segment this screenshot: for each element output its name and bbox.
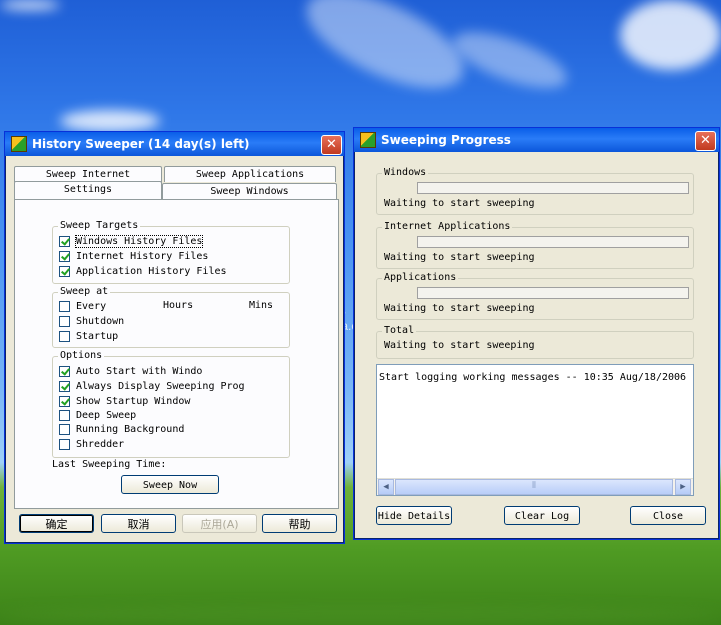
scroll-right-icon[interactable]: ▶ xyxy=(675,479,691,495)
option-auto-start-label: Auto Start with Windo xyxy=(76,366,203,377)
ok-button[interactable]: 确定 xyxy=(19,514,94,533)
target-windows-checkbox[interactable] xyxy=(59,236,70,247)
tab-sweep-applications[interactable]: Sweep Applications xyxy=(164,166,336,182)
internet-applications-legend: Internet Applications xyxy=(382,221,513,232)
sweep-mins-label: Mins xyxy=(249,300,274,311)
sweep-targets-group: Sweep Targets Windows History Files Inte… xyxy=(52,220,290,284)
log-text: Start logging working messages -- 10:35 … xyxy=(379,372,687,383)
sweep-targets-legend: Sweep Targets xyxy=(58,220,141,231)
sweep-every-row[interactable]: Every xyxy=(59,300,106,313)
progress-close-icon[interactable]: ✕ xyxy=(695,131,716,151)
clear-log-button[interactable]: Clear Log xyxy=(504,506,580,525)
last-sweeping-time-label: Last Sweeping Time: xyxy=(52,459,167,470)
windows-status: Waiting to start sweeping xyxy=(384,198,535,209)
sweep-now-button[interactable]: Sweep Now xyxy=(121,475,219,494)
windows-progress-bar xyxy=(417,182,689,194)
options-legend: Options xyxy=(58,350,105,361)
target-internet-label: Internet History Files xyxy=(76,251,209,262)
applications-progress-bar xyxy=(417,287,689,299)
tab-sweep-internet[interactable]: Sweep Internet xyxy=(14,166,162,182)
option-show-startup-checkbox[interactable] xyxy=(59,396,70,407)
sweep-startup-checkbox[interactable] xyxy=(59,331,70,342)
sweep-every-checkbox[interactable] xyxy=(59,301,70,312)
option-deep-sweep-checkbox[interactable] xyxy=(59,410,70,421)
sweeping-progress-titlebar[interactable]: Sweeping Progress xyxy=(354,128,719,152)
total-legend: Total xyxy=(382,325,417,336)
sweep-at-group: Sweep at Every Hours Mins Shutdown Start… xyxy=(52,286,290,348)
progress-app-icon xyxy=(360,132,376,148)
sweep-startup-label: Startup xyxy=(76,331,119,342)
option-shredder[interactable]: Shredder xyxy=(59,438,124,451)
target-application-label: Application History Files xyxy=(76,266,227,277)
sweep-every-label: Every xyxy=(76,301,107,312)
target-internet-checkbox[interactable] xyxy=(59,251,70,262)
history-sweeper-title: History Sweeper (14 day(s) left) xyxy=(32,137,250,151)
option-auto-start-checkbox[interactable] xyxy=(59,366,70,377)
internet-progress-bar xyxy=(417,236,689,248)
cancel-button[interactable]: 取消 xyxy=(101,514,176,533)
settings-panel: Sweep Targets Windows History Files Inte… xyxy=(14,199,339,509)
apply-button[interactable]: 应用(A) xyxy=(182,514,257,533)
applications-legend: Applications xyxy=(382,272,459,283)
options-group: Options Auto Start with Windo Always Dis… xyxy=(52,350,290,458)
option-deep-sweep[interactable]: Deep Sweep xyxy=(59,409,136,422)
sweep-shutdown-row[interactable]: Shutdown xyxy=(59,315,124,328)
log-horizontal-scrollbar[interactable]: ◀ ⦀ ▶ xyxy=(377,478,693,495)
option-running-background[interactable]: Running Background xyxy=(59,423,184,436)
target-application-history[interactable]: Application History Files xyxy=(59,265,227,278)
target-windows-history[interactable]: Windows History Files xyxy=(59,235,204,248)
option-always-display-label: Always Display Sweeping Prog xyxy=(76,381,245,392)
help-button[interactable]: 帮助 xyxy=(262,514,337,533)
windows-group: Windows Waiting to start sweeping xyxy=(376,167,694,215)
close-button[interactable]: Close xyxy=(630,506,706,525)
tab-sweep-windows[interactable]: Sweep Windows xyxy=(162,183,337,199)
scroll-left-icon[interactable]: ◀ xyxy=(378,479,394,495)
sweep-shutdown-checkbox[interactable] xyxy=(59,316,70,327)
sweeping-progress-window: Sweeping Progress ✕ Windows Waiting to s… xyxy=(353,127,720,540)
option-shredder-label: Shredder xyxy=(76,439,125,450)
tab-settings[interactable]: Settings xyxy=(14,181,162,199)
internet-applications-group: Internet Applications Waiting to start s… xyxy=(376,221,694,269)
option-show-startup[interactable]: Show Startup Window xyxy=(59,395,190,408)
option-running-background-label: Running Background xyxy=(76,424,185,435)
option-auto-start[interactable]: Auto Start with Windo xyxy=(59,365,202,378)
target-windows-label: Windows History Files xyxy=(74,235,204,248)
option-always-display-checkbox[interactable] xyxy=(59,381,70,392)
windows-legend: Windows xyxy=(382,167,429,178)
sweep-hours-label: Hours xyxy=(163,300,194,311)
option-always-display[interactable]: Always Display Sweeping Prog xyxy=(59,380,245,393)
applications-group: Applications Waiting to start sweeping xyxy=(376,272,694,320)
total-group: Total Waiting to start sweeping xyxy=(376,325,694,359)
option-show-startup-label: Show Startup Window xyxy=(76,396,191,407)
sweep-at-legend: Sweep at xyxy=(58,286,111,297)
target-internet-history[interactable]: Internet History Files xyxy=(59,250,208,263)
sweep-startup-row[interactable]: Startup xyxy=(59,330,118,343)
internet-status: Waiting to start sweeping xyxy=(384,252,535,263)
total-status: Waiting to start sweeping xyxy=(384,340,535,351)
history-sweeper-titlebar[interactable]: History Sweeper (14 day(s) left) xyxy=(5,132,344,156)
close-icon[interactable]: ✕ xyxy=(321,135,342,155)
hide-details-button[interactable]: Hide Details xyxy=(376,506,452,525)
history-sweeper-window: History Sweeper (14 day(s) left) ✕ Sweep… xyxy=(4,131,345,544)
applications-status: Waiting to start sweeping xyxy=(384,303,535,314)
scroll-thumb[interactable]: ⦀ xyxy=(395,479,673,495)
option-shredder-checkbox[interactable] xyxy=(59,439,70,450)
option-deep-sweep-label: Deep Sweep xyxy=(76,410,137,421)
sweeping-progress-title: Sweeping Progress xyxy=(381,133,511,147)
option-running-background-checkbox[interactable] xyxy=(59,424,70,435)
target-application-checkbox[interactable] xyxy=(59,266,70,277)
app-icon xyxy=(11,136,27,152)
log-textarea[interactable]: Start logging working messages -- 10:35 … xyxy=(376,364,694,496)
sweep-shutdown-label: Shutdown xyxy=(76,316,125,327)
